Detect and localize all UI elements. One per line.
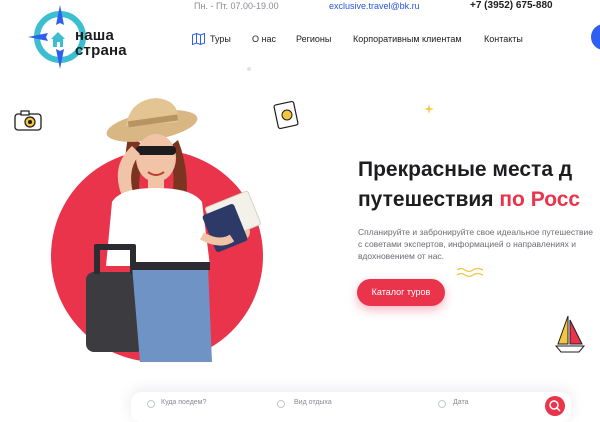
dot-icon [247,67,251,71]
tour-search-bar: Куда поедем? Вид отдыха Дата [131,392,571,422]
sailboat-icon [554,315,586,353]
hero-title-accent: по Росс [499,188,581,211]
wave-icon [456,267,484,278]
working-hours: Пн. - Пт. 07.00-19.00 [194,1,279,11]
date-field[interactable]: Дата [453,399,469,406]
phone-link[interactable]: +7 (3952) 675-880 [470,0,553,11]
nav-item-contacts[interactable]: Контакты [484,32,523,46]
camera-icon [14,110,42,131]
logo-text-line1: наша [75,27,115,44]
header-action-button[interactable] [591,24,600,50]
email-link[interactable]: exclusive.travel@bk.ru [329,1,420,11]
search-icon [549,400,561,412]
calendar-icon [438,400,446,408]
sparkle-icon [424,104,434,114]
hero-traveler-illustration [86,98,261,362]
hero-title-line1: Прекрасные места д [358,158,573,181]
map-icon [192,33,205,45]
destination-field[interactable]: Куда поедем? [161,399,206,406]
search-button[interactable] [545,396,565,416]
leisure-type-field[interactable]: Вид отдыха [294,399,332,406]
site-logo[interactable]: наша страна [27,3,139,71]
nav-item-regions[interactable]: Регионы [296,32,331,46]
location-pin-icon [147,400,155,408]
tour-catalog-button[interactable]: Каталог туров [357,279,445,306]
hero-title: Прекрасные места д путешествия по Росс [358,155,600,215]
nav-item-about[interactable]: О нас [252,32,276,46]
hero-description: Спланируйте и забронируйте свое идеально… [358,227,594,261]
logo-text-line2: страна [75,42,127,59]
nav-label-tours: Туры [210,34,231,44]
leisure-type-icon [277,400,285,408]
hero-title-line2: путешествия [358,188,500,211]
nav-item-corporate[interactable]: Корпоративным клиентам [353,32,462,46]
